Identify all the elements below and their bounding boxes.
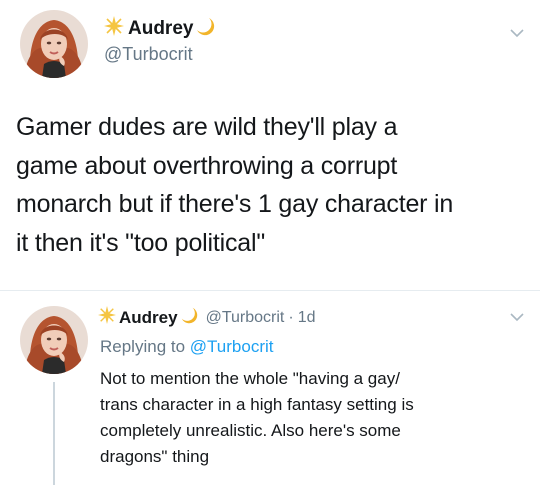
sparkle-star-icon	[104, 16, 124, 41]
sparkle-star-icon	[98, 306, 116, 329]
tweet-text: Gamer dudes are wild they'll play a game…	[16, 108, 526, 262]
main-tweet: Audrey @Turbocrit Gamer dudes are wild t…	[0, 0, 540, 290]
tweet-text-line: Gamer dudes are wild they'll play a	[16, 113, 398, 141]
author-handle[interactable]: @Turbocrit	[104, 44, 193, 65]
tweet-text-line: monarch but if there's 1 gay character i…	[16, 190, 454, 218]
avatar[interactable]	[20, 10, 88, 78]
author-display-name[interactable]: Audrey	[128, 18, 193, 40]
crescent-moon-icon	[195, 16, 215, 41]
chevron-down-icon[interactable]	[510, 312, 524, 322]
thread-connector-line	[53, 382, 55, 485]
reply-text-line: Not to mention the whole "having a gay/	[100, 369, 400, 388]
reply-text-line: trans character in a high fantasy settin…	[100, 395, 414, 414]
reply-text-line: completely unrealistic. Also here's some	[100, 421, 401, 440]
reply-author-row[interactable]: Audrey @Turbocrit · 1d	[98, 306, 315, 329]
reply-author-handle[interactable]: @Turbocrit	[206, 309, 285, 327]
reply-timestamp[interactable]: 1d	[298, 309, 316, 327]
reply-tweet-text: Not to mention the whole "having a gay/ …	[100, 366, 520, 470]
author-name-row[interactable]: Audrey	[104, 16, 215, 41]
tweet-text-line: it then it's "too political"	[16, 228, 265, 257]
reply-author-display-name[interactable]: Audrey	[119, 308, 178, 328]
tweet-divider	[0, 290, 540, 291]
crescent-moon-icon	[180, 306, 198, 329]
replying-to-mention-link[interactable]: @Turbocrit	[190, 337, 274, 356]
reply-avatar[interactable]	[20, 306, 88, 374]
reply-text-line: dragons" thing	[100, 447, 210, 466]
chevron-down-icon[interactable]	[510, 28, 524, 38]
replying-to: Replying to @Turbocrit	[100, 337, 274, 357]
tweet-text-line: game about overthrowing a corrupt	[16, 151, 398, 180]
separator-dot: ·	[288, 308, 294, 326]
replying-to-label: Replying to	[100, 337, 186, 356]
